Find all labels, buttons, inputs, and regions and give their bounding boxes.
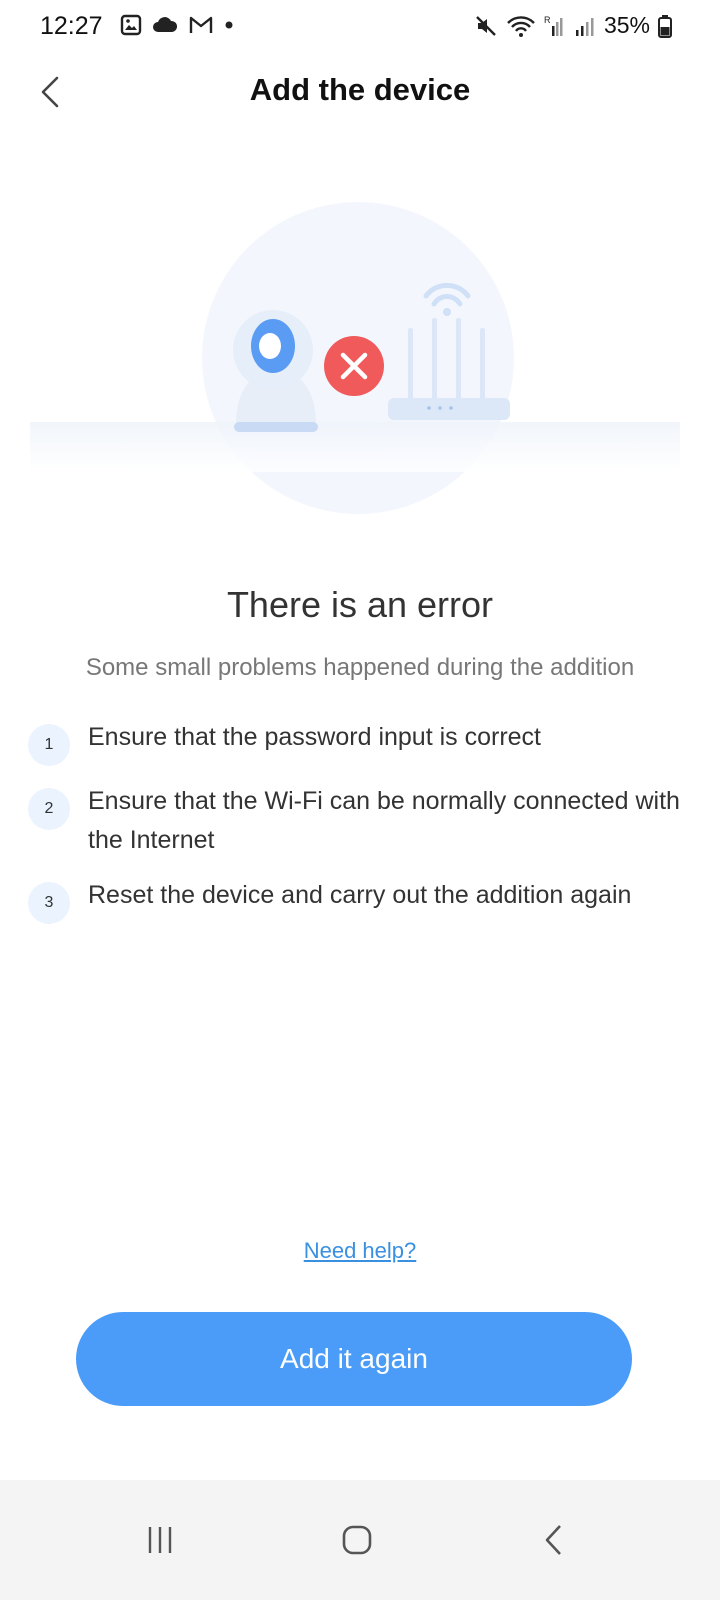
troubleshooting-steps: 1 Ensure that the password input is corr… [28, 723, 698, 950]
step-number: 3 [28, 882, 70, 924]
back-icon [545, 1525, 561, 1555]
cloud-icon [153, 17, 178, 32]
camera-icon [233, 310, 318, 432]
step-text: Reset the device and carry out the addit… [88, 881, 632, 909]
wifi-icon [507, 15, 535, 37]
illustration-floor [30, 422, 680, 472]
battery-icon [658, 14, 672, 38]
step-text: Ensure that the Wi-Fi can be normally co… [88, 787, 680, 854]
list-item: 1 Ensure that the password input is corr… [28, 723, 698, 766]
system-nav-bar [0, 1480, 720, 1600]
step-number: 1 [28, 724, 70, 766]
notification-icons [120, 14, 234, 36]
step-text: Ensure that the password input is correc… [88, 723, 542, 751]
status-time: 12:27 [40, 12, 103, 40]
list-item: 2 Ensure that the Wi-Fi can be normally … [28, 787, 698, 860]
mute-icon [476, 15, 496, 36]
page-title: Add the device [249, 72, 471, 107]
battery-percentage: 35% [603, 12, 650, 38]
help-link-container: Need help? [0, 1238, 720, 1264]
signal-icon: R [544, 15, 563, 36]
home-button[interactable] [317, 1510, 397, 1570]
add-again-button[interactable]: Add it again [76, 1312, 632, 1406]
header: Add the device [0, 60, 720, 124]
list-item: 3 Reset the device and carry out the add… [28, 881, 698, 924]
error-illustration [0, 200, 720, 520]
recent-apps-button[interactable] [120, 1510, 200, 1570]
system-status-icons: R 35% [474, 12, 672, 39]
recent-apps-icon [148, 1527, 172, 1553]
gmail-icon [189, 16, 213, 33]
home-icon [342, 1525, 372, 1555]
error-subtitle: Some small problems happened during the … [85, 654, 635, 681]
nav-back-button[interactable] [514, 1510, 594, 1570]
step-number: 2 [28, 788, 70, 830]
image-icon [120, 14, 142, 36]
error-title: There is an error [226, 584, 494, 625]
error-x-icon [324, 336, 384, 396]
status-bar: 12:27 R 35% [0, 0, 720, 56]
need-help-link[interactable]: Need help? [304, 1238, 417, 1263]
dot-icon [225, 21, 233, 29]
signal-icon [575, 17, 594, 36]
svg-text:R: R [544, 15, 551, 25]
